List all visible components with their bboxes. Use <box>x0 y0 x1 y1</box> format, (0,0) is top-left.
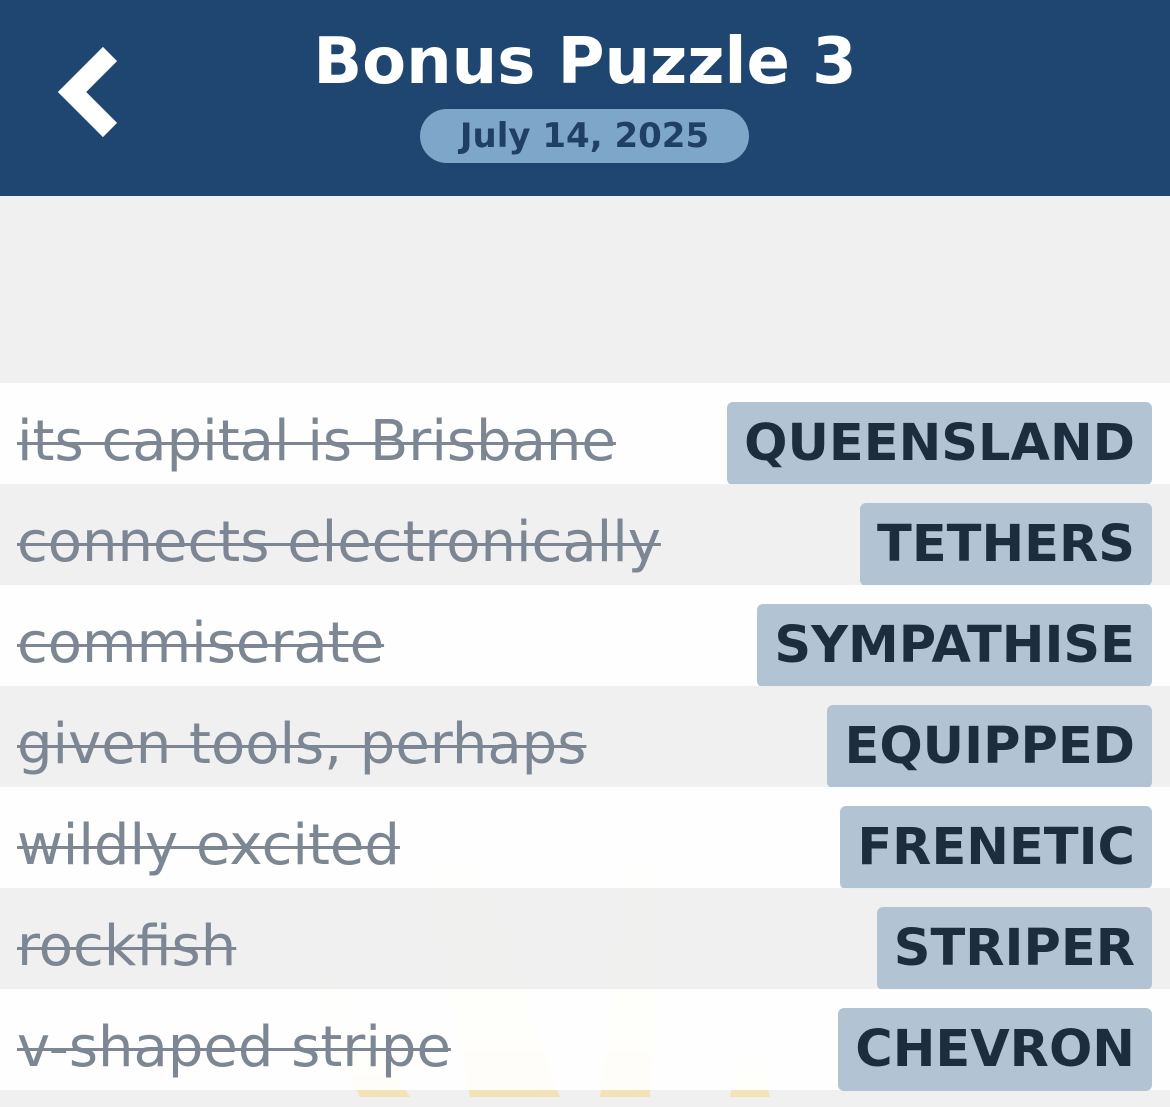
answer-chip[interactable]: EQUIPPED <box>827 705 1152 788</box>
clue-text: wildly excited <box>17 813 400 878</box>
clue-row[interactable]: commiserate SYMPATHISE <box>0 585 1170 687</box>
clue-row[interactable]: rockfish STRIPER <box>0 888 1170 990</box>
clue-text: rockfish <box>17 914 237 979</box>
clue-text: commiserate <box>17 611 385 676</box>
header-bar: Bonus Puzzle 3 July 14, 2025 <box>0 0 1170 196</box>
answer-chip[interactable]: SYMPATHISE <box>757 604 1152 687</box>
clue-text: given tools, perhaps <box>17 712 587 777</box>
clue-text: connects electronically <box>17 510 661 575</box>
answer-chip[interactable]: FRENETIC <box>840 806 1152 889</box>
clue-row[interactable]: v-shaped stripe CHEVRON <box>0 989 1170 1091</box>
answer-chip[interactable]: STRIPER <box>876 907 1152 990</box>
empty-area <box>0 196 1170 383</box>
clue-text: v-shaped stripe <box>17 1015 451 1080</box>
clue-text: its capital is Brisbane <box>17 409 616 474</box>
clue-row[interactable]: given tools, perhaps EQUIPPED <box>0 686 1170 788</box>
clue-row[interactable]: wildly excited FRENETIC <box>0 787 1170 889</box>
answer-chip[interactable]: TETHERS <box>860 503 1152 586</box>
clue-row[interactable]: connects electronically TETHERS <box>0 484 1170 586</box>
answer-chip[interactable]: CHEVRON <box>838 1008 1152 1091</box>
page-title: Bonus Puzzle 3 <box>313 25 857 99</box>
clue-row[interactable]: its capital is Brisbane QUEENSLAND <box>0 383 1170 485</box>
answer-chip[interactable]: QUEENSLAND <box>727 402 1152 485</box>
date-badge: July 14, 2025 <box>420 109 749 163</box>
clue-list: its capital is Brisbane QUEENSLAND conne… <box>0 383 1170 1091</box>
